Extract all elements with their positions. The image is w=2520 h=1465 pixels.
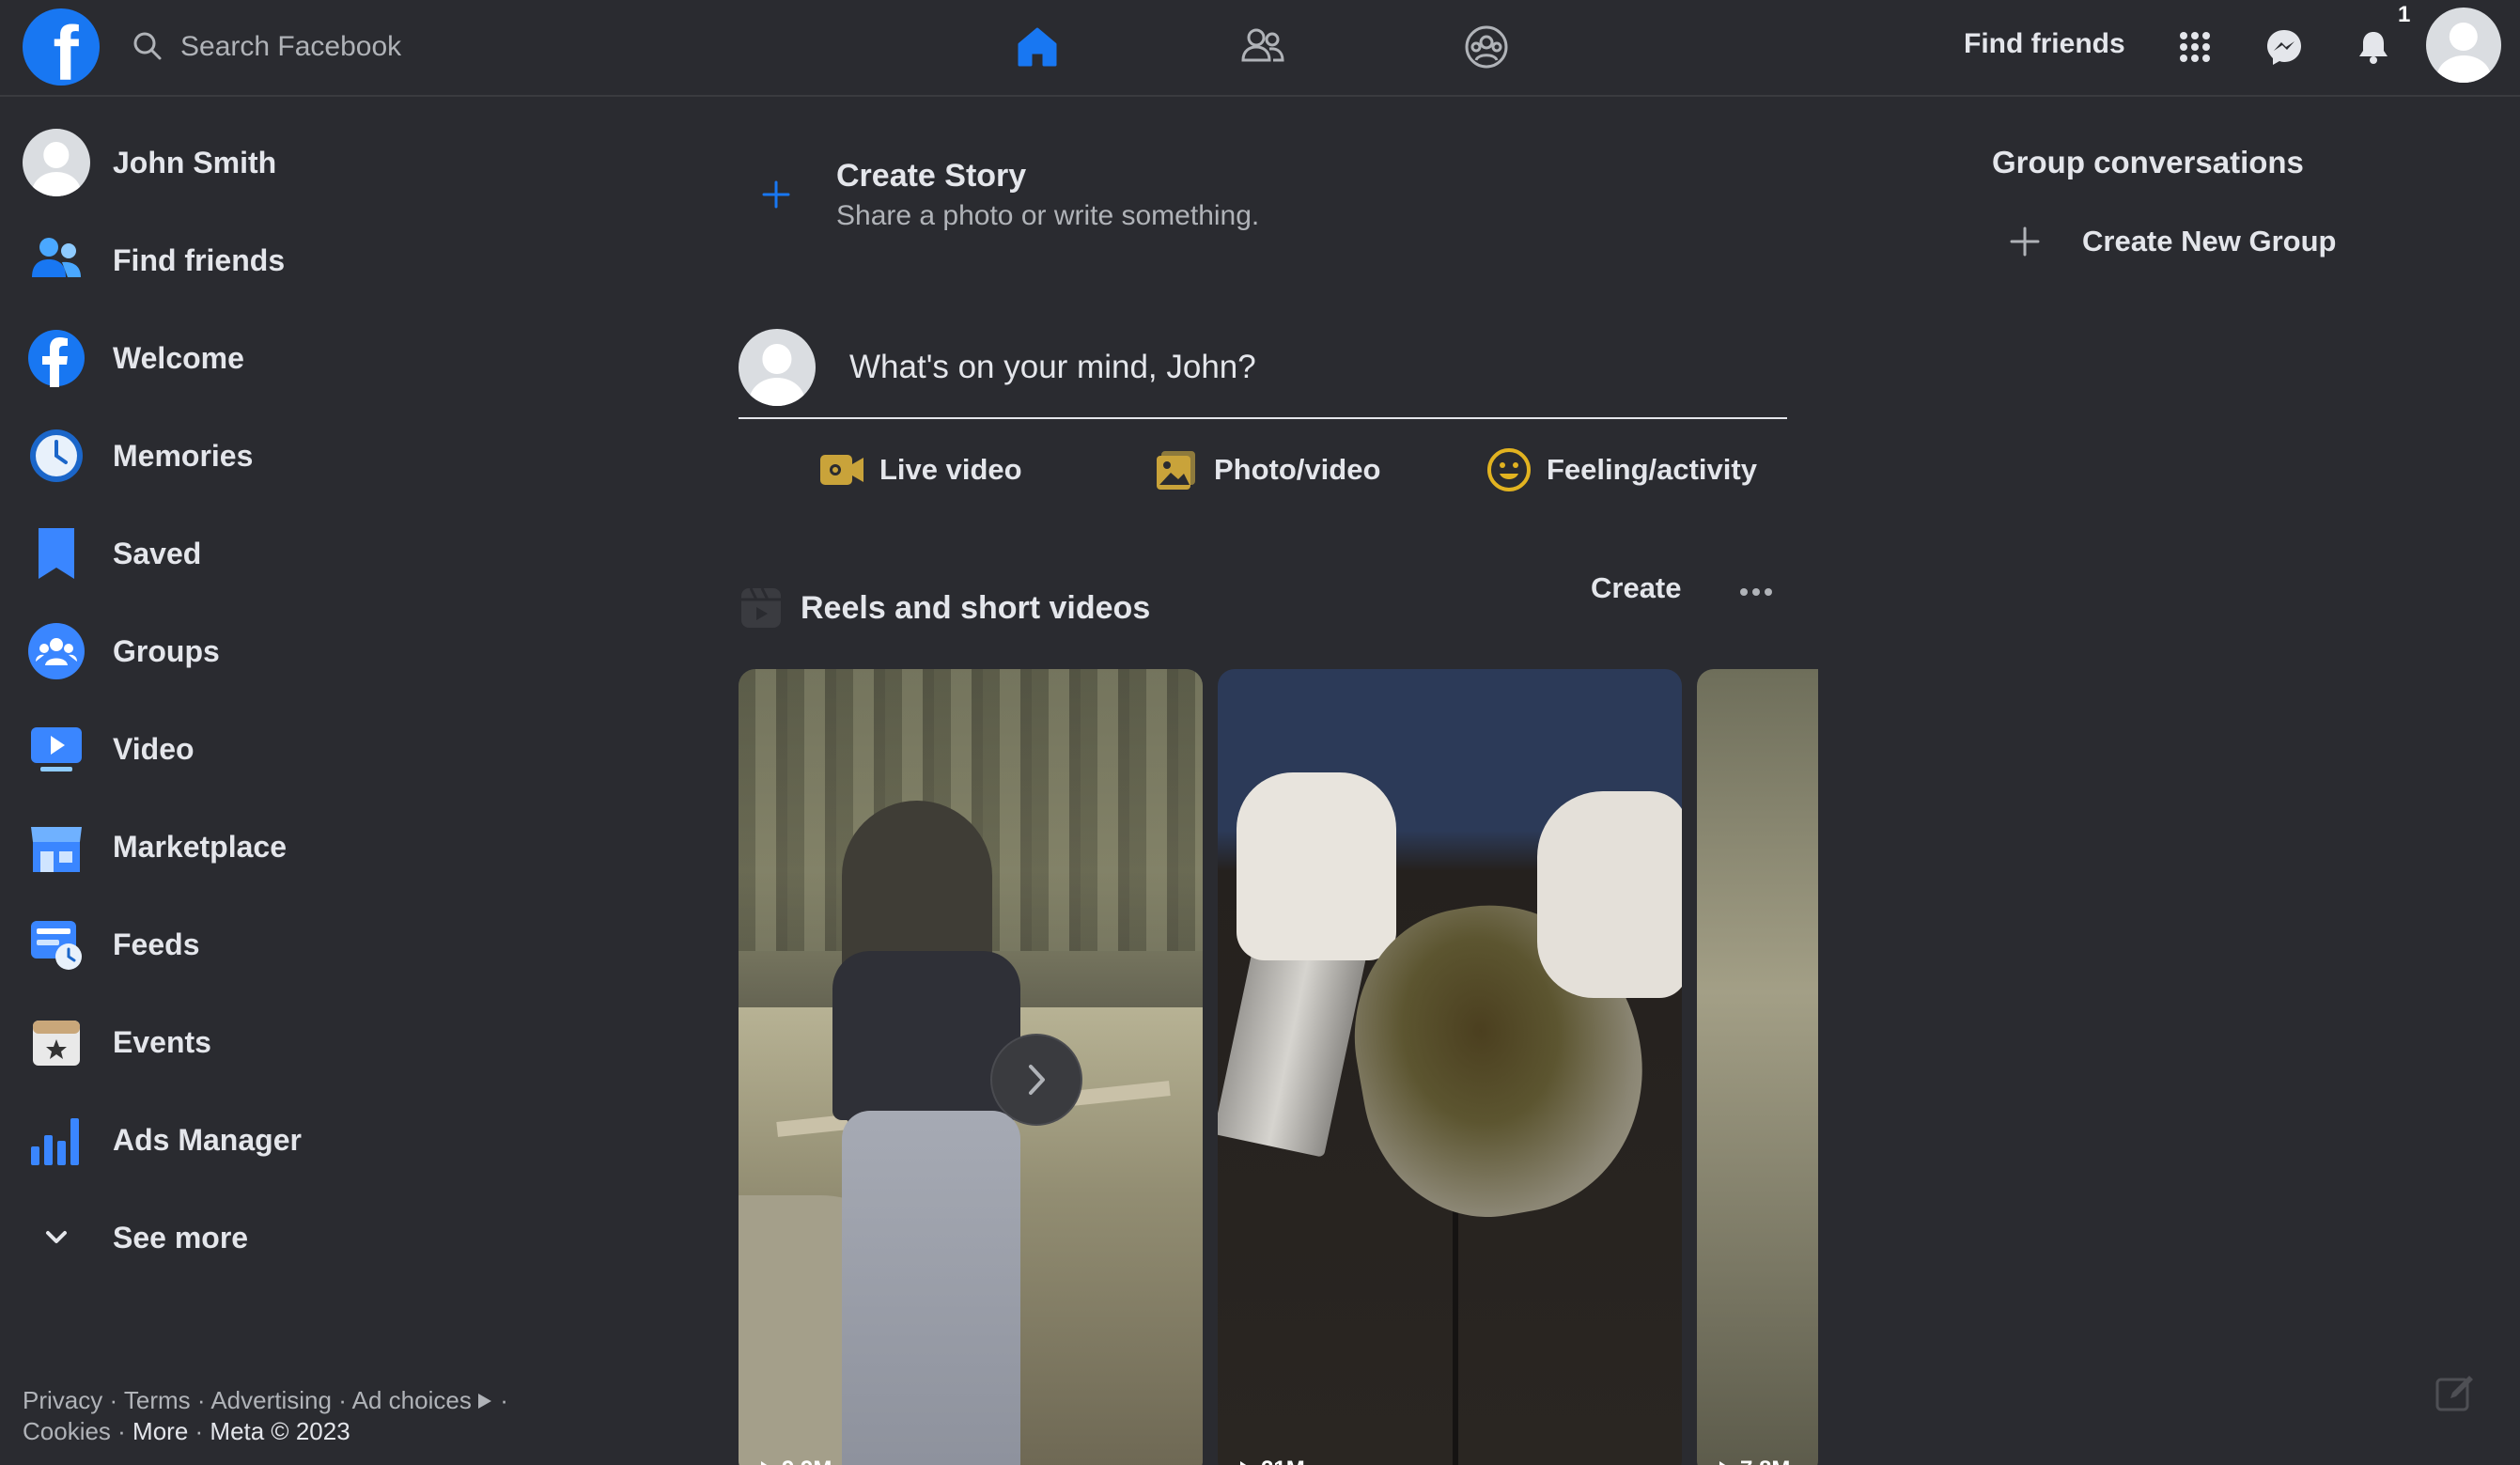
search-input[interactable] <box>180 31 425 63</box>
sidebar-item-label: Marketplace <box>113 829 287 864</box>
live-video-icon <box>817 445 866 494</box>
reel-view-count: 7.8M <box>1719 1457 1790 1465</box>
sidebar-item-label: John Smith <box>113 145 277 179</box>
ad-choices-icon <box>478 1394 493 1410</box>
plus-icon <box>739 157 814 232</box>
play-icon <box>1719 1461 1733 1465</box>
friends-nav-icon[interactable] <box>1238 23 1287 71</box>
home-icon[interactable] <box>1013 23 1062 71</box>
sidebar-item-label: Feeds <box>113 927 200 961</box>
group-conversations-heading: Group conversations <box>1992 145 2304 179</box>
reel-view-count: 21M <box>1240 1457 1305 1465</box>
play-icon <box>761 1461 774 1465</box>
chevron-right-icon <box>1029 1065 1045 1095</box>
chevron-down-icon <box>23 1204 90 1271</box>
smiley-icon <box>1485 445 1533 494</box>
menu-grid-icon[interactable] <box>2169 21 2221 73</box>
top-navigation-bar: f Find friends 1 <box>0 0 2520 97</box>
sidebar-item-label: Find friends <box>113 242 286 277</box>
clock-icon <box>23 422 90 490</box>
reel-card[interactable]: 21M <box>1218 669 1682 1465</box>
facebook-logo[interactable]: f <box>23 8 100 86</box>
footer-link-cookies[interactable]: Cookies <box>23 1417 111 1445</box>
calendar-star-icon <box>23 1008 90 1076</box>
search-icon <box>130 28 167 66</box>
feeling-activity-label: Feeling/activity <box>1547 453 1757 486</box>
sidebar-item-feeds[interactable]: Feeds <box>23 902 333 987</box>
sidebar-item-marketplace[interactable]: Marketplace <box>23 804 333 889</box>
sidebar-see-more[interactable]: See more <box>23 1195 333 1280</box>
live-video-label: Live video <box>879 453 1022 486</box>
new-message-icon[interactable] <box>2434 1372 2481 1419</box>
play-icon <box>1240 1461 1253 1465</box>
notification-count-badge: 1 <box>2398 2 2411 27</box>
reels-title: Reels and short videos <box>801 589 1151 626</box>
groups-icon <box>23 617 90 685</box>
composer-actions: Live video Photo/video Feeling/activity <box>739 432 1787 507</box>
sidebar-item-ads-manager[interactable]: Ads Manager <box>23 1098 333 1182</box>
sidebar-item-events[interactable]: Events <box>23 1000 333 1084</box>
footer-link-terms[interactable]: Terms <box>124 1386 191 1414</box>
reels-section: Reels and short videos Create 9.9M 21M 7… <box>708 556 1818 1465</box>
sidebar-item-label: Saved <box>113 536 202 570</box>
create-story-subtitle: Share a photo or write something. <box>836 199 1260 231</box>
account-avatar[interactable] <box>2426 8 2501 83</box>
avatar <box>23 129 90 196</box>
plus-icon <box>2001 218 2048 265</box>
footer-link-more[interactable]: More <box>132 1417 188 1445</box>
sidebar-item-label: Events <box>113 1024 211 1059</box>
create-new-group-button[interactable]: Create New Group <box>2001 218 2336 265</box>
bookmark-icon <box>23 520 90 587</box>
create-story-title: Create Story <box>836 157 1027 194</box>
sidebar-item-find-friends[interactable]: Find friends <box>23 218 333 303</box>
create-new-group-label: Create New Group <box>2082 225 2337 257</box>
reel-view-count: 9.9M <box>761 1457 832 1465</box>
post-composer[interactable]: What's on your mind, John? <box>739 318 1787 419</box>
composer-prompt[interactable]: What's on your mind, John? <box>849 349 1256 386</box>
sidebar-item-label: Groups <box>113 633 220 668</box>
footer-links: Privacy · Terms · Advertising · Ad choic… <box>23 1386 508 1445</box>
more-options-icon[interactable] <box>1732 568 1781 616</box>
reel-card[interactable]: 7.8M <box>1697 669 1818 1465</box>
reels-create-button[interactable]: Create <box>1591 571 1682 605</box>
sidebar-item-label: See more <box>113 1220 249 1255</box>
friends-icon <box>23 226 90 294</box>
bell-icon[interactable] <box>2347 21 2400 73</box>
sidebar-item-saved[interactable]: Saved <box>23 511 333 596</box>
sidebar-item-video[interactable]: Video <box>23 707 333 791</box>
reels-next-button[interactable] <box>990 1034 1082 1126</box>
video-icon <box>23 715 90 783</box>
groups-nav-icon[interactable] <box>1462 23 1511 71</box>
sidebar-item-label: Welcome <box>113 340 244 375</box>
sidebar-item-memories[interactable]: Memories <box>23 413 333 498</box>
reels-icon <box>739 585 784 631</box>
facebook-icon <box>23 324 90 392</box>
photo-video-button[interactable]: Photo/video <box>1152 432 1380 507</box>
sidebar-item-label: Memories <box>113 438 254 473</box>
search-box[interactable] <box>130 21 430 73</box>
reel-card[interactable]: 9.9M <box>739 669 1203 1465</box>
create-story-card[interactable]: Create Story Share a photo or write some… <box>739 152 1791 237</box>
sidebar-item-welcome[interactable]: Welcome <box>23 316 333 400</box>
feeling-activity-button[interactable]: Feeling/activity <box>1485 432 1757 507</box>
bar-chart-icon <box>23 1106 90 1174</box>
find-friends-link[interactable]: Find friends <box>1964 28 2125 60</box>
footer-link-privacy[interactable]: Privacy <box>23 1386 102 1414</box>
footer-copyright: Meta © 2023 <box>210 1417 350 1445</box>
photo-video-label: Photo/video <box>1214 453 1381 486</box>
avatar <box>739 329 816 406</box>
live-video-button[interactable]: Live video <box>817 432 1022 507</box>
feeds-icon <box>23 911 90 978</box>
sidebar-item-profile[interactable]: John Smith <box>23 120 333 205</box>
sidebar-item-groups[interactable]: Groups <box>23 609 333 694</box>
footer-link-ad-choices[interactable]: Ad choices <box>352 1386 472 1414</box>
sidebar-item-label: Video <box>113 731 194 766</box>
photo-icon <box>1152 445 1201 494</box>
shop-icon <box>23 813 90 881</box>
footer-link-advertising[interactable]: Advertising <box>210 1386 332 1414</box>
sidebar-item-label: Ads Manager <box>113 1122 302 1157</box>
messenger-icon[interactable] <box>2258 21 2310 73</box>
